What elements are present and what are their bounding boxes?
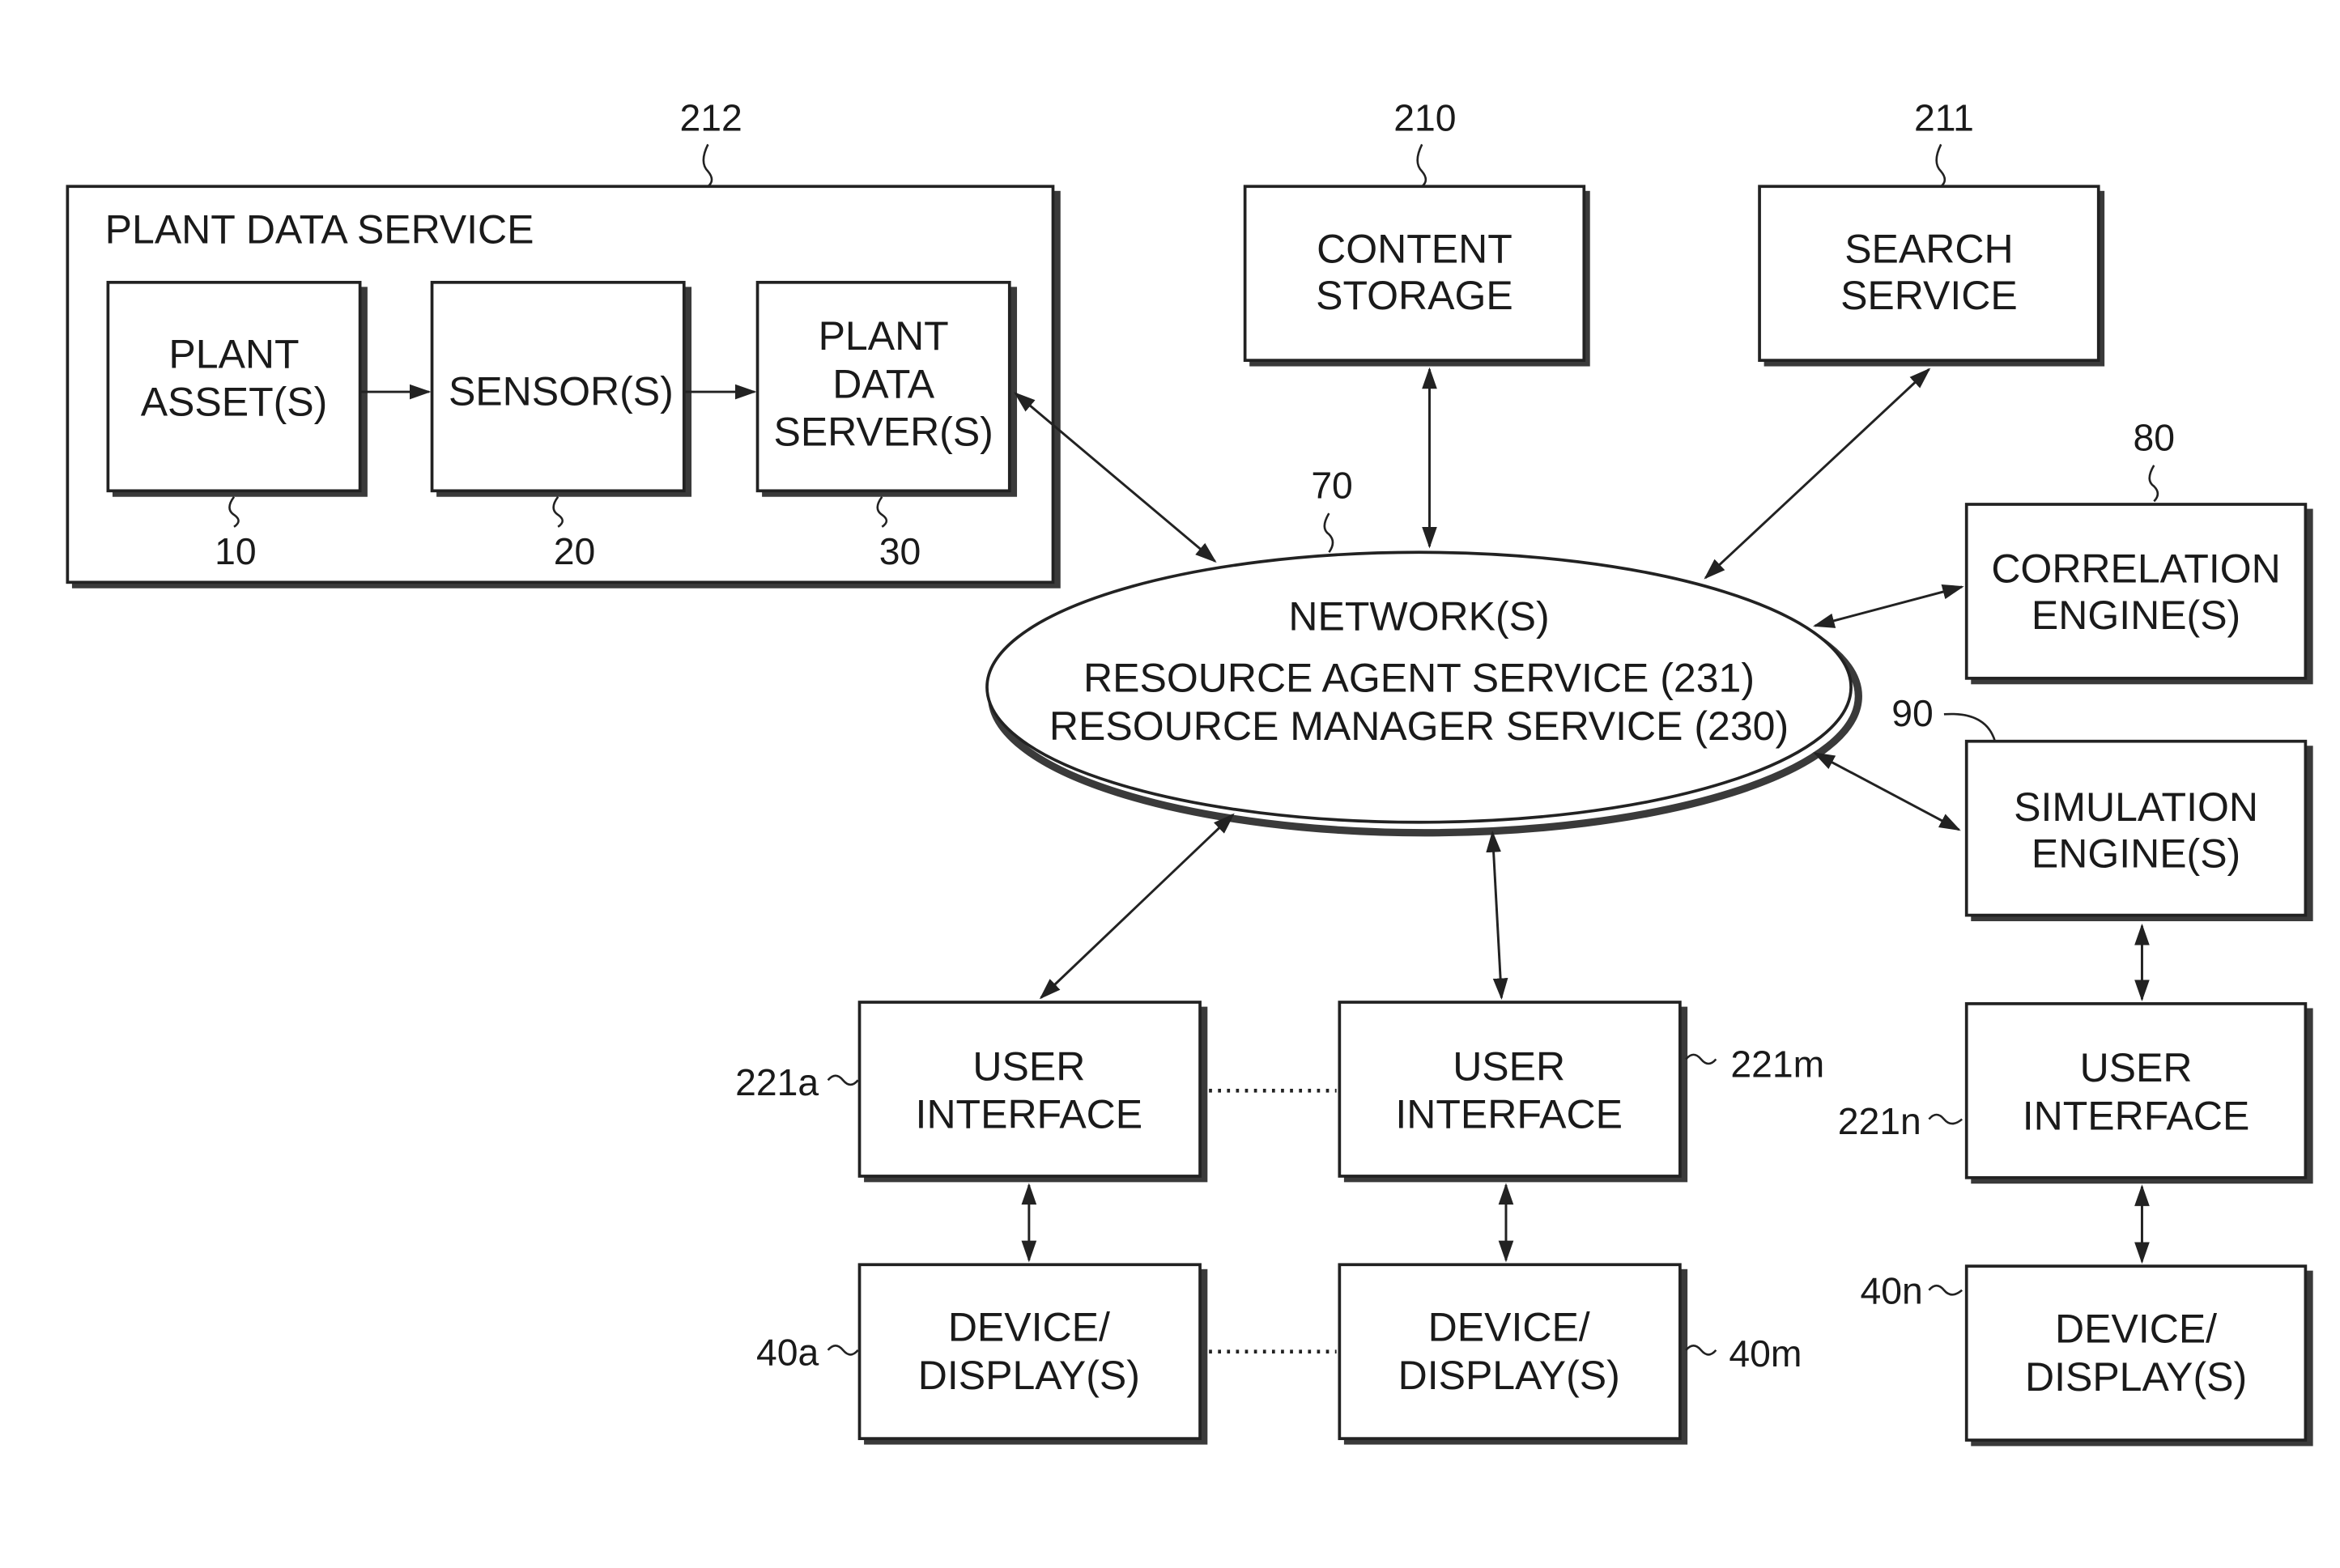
ref-221m: 221m	[1730, 1043, 1824, 1086]
correlation-engine-box: 80 CORRELATION ENGINE(S)	[1964, 416, 2313, 685]
simulation-engine-box: 90 SIMULATION ENGINE(S)	[1891, 692, 2313, 922]
correlation-engine-label-2: ENGINE(S)	[2032, 593, 2240, 638]
ref-10: 10	[215, 530, 257, 572]
user-interface-n-label-2: INTERFACE	[2023, 1094, 2250, 1139]
ref-30: 30	[879, 530, 921, 572]
device-display-n-label-1: DEVICE/	[2055, 1307, 2217, 1352]
sensors-label: SENSOR(S)	[449, 369, 674, 414]
user-interface-a-label-2: INTERFACE	[916, 1092, 1143, 1137]
simulation-engine-label-2: ENGINE(S)	[2032, 831, 2240, 876]
device-display-a-label-2: DISPLAY(S)	[918, 1353, 1140, 1398]
device-display-a-label-1: DEVICE/	[948, 1305, 1110, 1350]
ref-221n: 221n	[1838, 1100, 1921, 1142]
search-service-label-2: SERVICE	[1840, 273, 2018, 318]
resource-manager-service-label: RESOURCE MANAGER SERVICE (230)	[1049, 703, 1789, 749]
system-diagram: 212 PLANT DATA SERVICE PLANT ASSET(S) 10…	[66, 97, 2313, 1447]
ref-70: 70	[1311, 465, 1353, 507]
plant-data-servers-label-1: PLANT	[819, 313, 949, 359]
device-display-n-label-2: DISPLAY(S)	[2025, 1354, 2247, 1400]
arrow-network-ui-a	[1039, 813, 1235, 1000]
ref-40n: 40n	[1860, 1269, 1922, 1311]
device-display-m-box: DEVICE/ DISPLAY(S) 40m	[1338, 1263, 1802, 1445]
simulation-engine-label-1: SIMULATION	[2014, 784, 2258, 830]
user-interface-a-box: USER INTERFACE 221a	[735, 1001, 1208, 1183]
content-storage-box: 210 CONTENT STORAGE	[1243, 97, 1590, 367]
ref-20: 20	[554, 530, 596, 572]
user-interface-m-label-2: INTERFACE	[1395, 1092, 1623, 1137]
device-display-m-label-1: DEVICE/	[1428, 1305, 1590, 1350]
ref-40a: 40a	[756, 1331, 819, 1373]
arrow-search-network	[1704, 368, 1931, 580]
plant-data-service-group: 212 PLANT DATA SERVICE PLANT ASSET(S) 10…	[66, 97, 1061, 589]
ref-90: 90	[1891, 692, 1934, 734]
search-service-label-1: SEARCH	[1844, 227, 2013, 272]
arrow-simulation-network	[1813, 752, 1961, 831]
plant-assets-label-2: ASSET(S)	[141, 380, 328, 425]
network-label: NETWORK(S)	[1288, 594, 1549, 640]
device-display-n-box: DEVICE/ DISPLAY(S) 40n	[1860, 1264, 2313, 1447]
resource-agent-service-label: RESOURCE AGENT SERVICE (231)	[1083, 656, 1755, 701]
plant-assets-label-1: PLANT	[168, 331, 299, 376]
user-interface-m-label-1: USER	[1453, 1043, 1565, 1089]
ref-211: 211	[1914, 97, 1974, 139]
content-storage-label-2: STORAGE	[1316, 273, 1513, 318]
ref-40m: 40m	[1729, 1332, 1802, 1375]
ref-221a: 221a	[735, 1061, 819, 1103]
device-display-m-label-2: DISPLAY(S)	[1398, 1353, 1620, 1398]
ref-212: 212	[679, 97, 742, 139]
arrow-correlation-network	[1813, 584, 1964, 628]
user-interface-a-label-1: USER	[972, 1043, 1085, 1089]
user-interface-n-box: USER INTERFACE 221n	[1838, 1002, 2313, 1184]
user-interface-m-box: USER INTERFACE 221m	[1338, 1001, 1824, 1183]
search-service-box: 211 SEARCH SERVICE	[1758, 97, 2105, 367]
plant-data-service-title: PLANT DATA SERVICE	[105, 207, 534, 253]
user-interface-n-label-1: USER	[2080, 1045, 2193, 1090]
network-ellipse: 70 NETWORK(S) RESOURCE AGENT SERVICE (23…	[985, 465, 1862, 837]
plant-data-servers-label-3: SERVER(S)	[773, 410, 993, 455]
ref-80: 80	[2134, 416, 2176, 458]
content-storage-label-1: CONTENT	[1317, 227, 1512, 272]
correlation-engine-label-1: CORRELATION	[1991, 546, 2280, 591]
arrow-network-ui-m	[1486, 831, 1508, 1001]
ref-210: 210	[1393, 97, 1456, 139]
plant-data-servers-label-2: DATA	[832, 361, 935, 406]
device-display-a-box: DEVICE/ DISPLAY(S) 40a	[756, 1263, 1208, 1445]
